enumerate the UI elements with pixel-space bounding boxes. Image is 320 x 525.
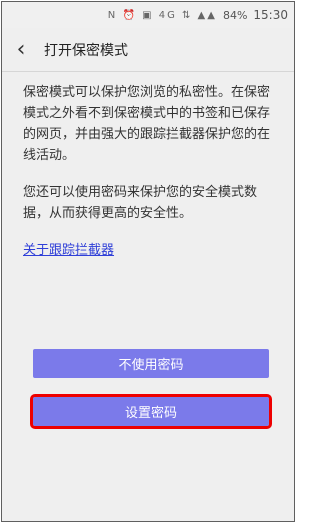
phone-screen: N ⏰ ▣ 4G ⇅ ▲▲ 84% 15:30 ‹ 打开保密模式 保密模式可以保… xyxy=(1,1,295,522)
page-title: 打开保密模式 xyxy=(44,42,128,59)
status-bar: N ⏰ ▣ 4G ⇅ ▲▲ 84% 15:30 xyxy=(2,2,294,28)
set-password-button[interactable]: 设置密码 xyxy=(30,394,272,429)
back-icon: ‹ xyxy=(16,37,26,62)
back-button[interactable]: ‹ xyxy=(4,37,38,62)
no-password-button[interactable]: 不使用密码 xyxy=(33,349,269,378)
status-time: 15:30 xyxy=(253,8,288,22)
battery-level: 84% xyxy=(222,8,248,22)
tracking-blocker-link[interactable]: 关于跟踪拦截器 xyxy=(23,240,114,261)
description-paragraph-2: 您还可以使用密码来保护您的安全模式数据，从而获得更高的安全性。 xyxy=(23,185,258,221)
status-icons: N ⏰ ▣ 4G ⇅ ▲▲ xyxy=(107,9,217,21)
header-bar: ‹ 打开保密模式 xyxy=(2,28,294,72)
description-paragraph-1: 保密模式可以保护您浏览的私密性。在保密模式之外看不到保密模式中的书签和已保存的网… xyxy=(23,85,271,163)
content-area: 保密模式可以保护您浏览的私密性。在保密模式之外看不到保密模式中的书签和已保存的网… xyxy=(23,82,276,261)
